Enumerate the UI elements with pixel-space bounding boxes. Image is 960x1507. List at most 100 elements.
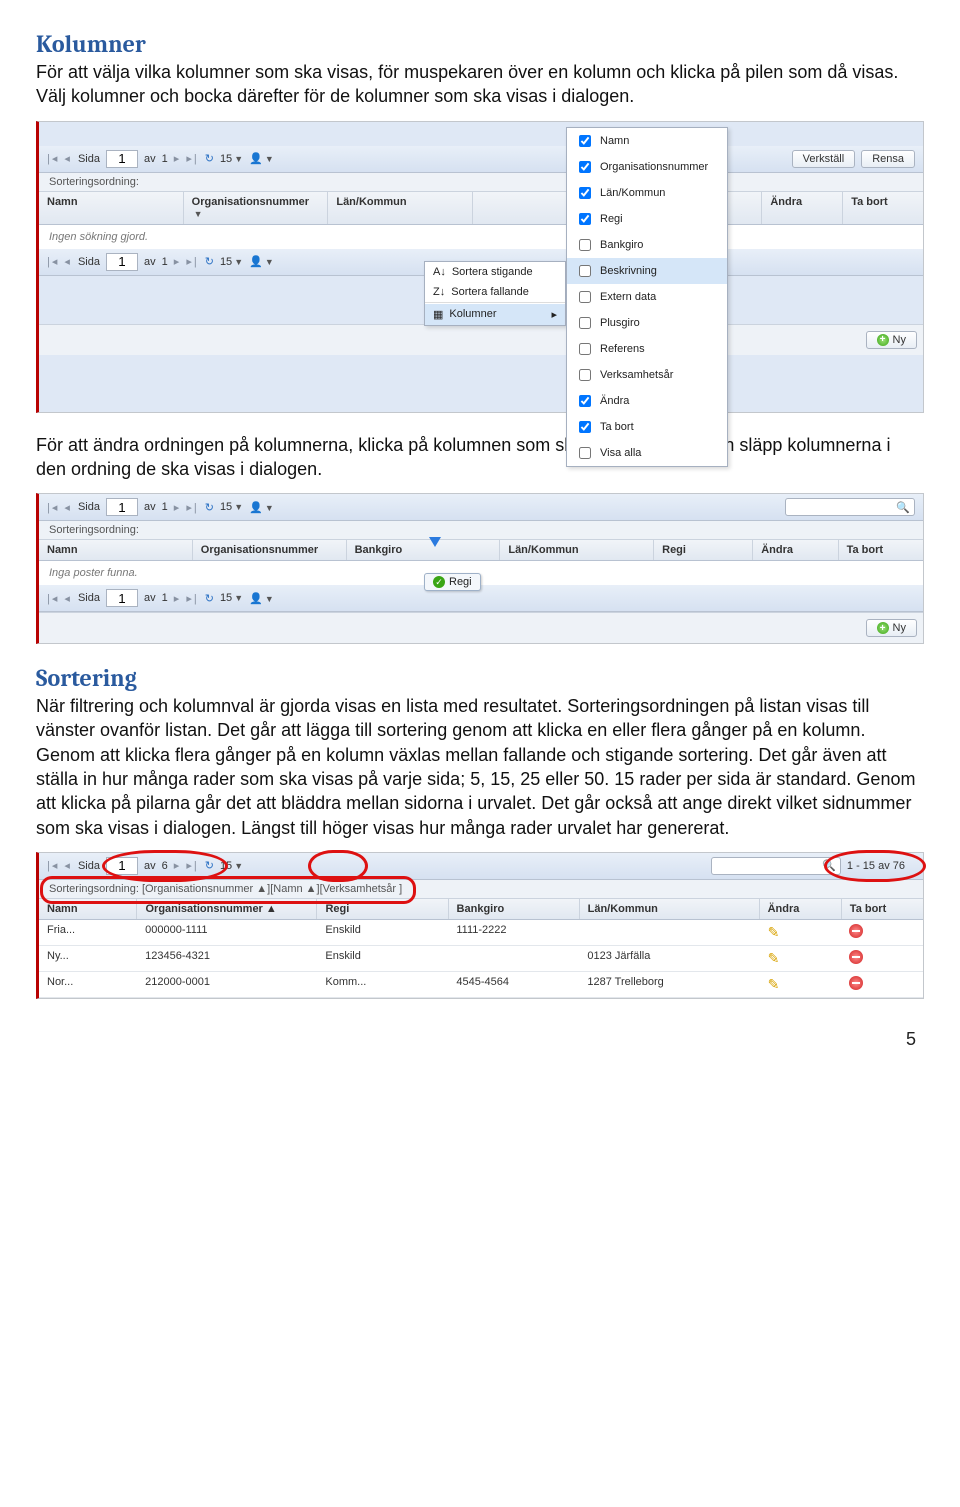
ny-button[interactable]: +Ny [866,331,917,349]
page-size-select[interactable]: 15▼ [220,860,243,872]
column-option[interactable]: Regi [567,206,727,232]
col-namn[interactable]: Namn [39,899,137,919]
column-option-checkbox[interactable] [579,161,591,173]
pager-next-icon[interactable]: ▸ ▸| [174,255,199,268]
col-org[interactable]: Organisationsnummer ▼ [184,192,329,224]
col-menu-chevron-icon[interactable]: ▼ [194,209,203,219]
page-number-input[interactable] [106,498,138,516]
col-andra[interactable]: Ändra [762,192,843,224]
column-option-checkbox[interactable] [579,343,591,355]
page-size-select[interactable]: 15▼ [220,592,243,604]
col-bankgiro[interactable]: Bankgiro [347,540,501,560]
pager-first-icon[interactable]: |◂ ◂ [47,152,72,165]
user-filter-icon[interactable]: 👤▼ [249,592,274,605]
col-lan[interactable]: Län/Kommun [328,192,473,224]
column-option-checkbox[interactable] [579,265,591,277]
user-filter-icon[interactable]: 👤▼ [249,255,274,268]
column-option[interactable]: Ändra [567,388,727,414]
column-option-checkbox[interactable] [579,421,591,433]
refresh-icon[interactable]: ↻ [205,592,214,605]
page-number-input[interactable] [106,150,138,168]
pager-first-icon[interactable]: |◂ ◂ [47,859,72,872]
column-option[interactable]: Referens [567,336,727,362]
column-option-checkbox[interactable] [579,187,591,199]
pager-label-av: av [144,592,156,604]
col-lan[interactable]: Län/Kommun [580,899,760,919]
col-andra[interactable]: Ändra [760,899,842,919]
page-size-select[interactable]: 15▼ [220,153,243,165]
page-number-input[interactable] [106,253,138,271]
page-number-input[interactable] [106,857,138,875]
delete-icon[interactable] [849,950,863,964]
column-option[interactable]: Ta bort [567,414,727,440]
col-regi[interactable]: Regi [317,899,448,919]
column-option[interactable]: Län/Kommun [567,180,727,206]
column-option-checkbox[interactable] [579,317,591,329]
verkstall-button[interactable]: Verkställ [792,150,856,168]
edit-icon[interactable]: ✎ [768,976,780,992]
column-option[interactable]: Extern data [567,284,727,310]
column-option[interactable]: Verksamhetsår [567,362,727,388]
col-tabort[interactable]: Ta bort [842,899,923,919]
refresh-icon[interactable]: ↻ [205,501,214,514]
refresh-icon[interactable]: ↻ [205,255,214,268]
edit-icon[interactable]: ✎ [768,950,780,966]
ny-button[interactable]: +Ny [866,619,917,637]
column-option-label: Organisationsnummer [600,161,708,173]
column-context-menu[interactable]: A↓Sortera stigande Z↓Sortera fallande ▦K… [424,261,566,326]
pager-first-icon[interactable]: |◂ ◂ [47,255,72,268]
column-option[interactable]: Beskrivning [567,258,727,284]
column-option[interactable]: Visa alla [567,440,727,466]
delete-icon[interactable] [849,976,863,990]
column-picker-menu[interactable]: Namn Organisationsnummer Län/KommunRegiBan… [566,127,728,467]
pager-next-icon[interactable]: ▸ ▸| [174,859,199,872]
edit-icon[interactable]: ✎ [768,924,780,940]
user-filter-icon[interactable]: 👤▼ [249,152,274,165]
pager-total: 6 [162,860,168,872]
column-option-checkbox[interactable] [579,213,591,225]
delete-icon[interactable] [849,924,863,938]
column-option[interactable]: Namn [567,128,727,154]
column-option-checkbox[interactable] [579,135,591,147]
page-size-select[interactable]: 15▼ [220,256,243,268]
column-option-checkbox[interactable] [579,291,591,303]
pager-first-icon[interactable]: |◂ ◂ [47,592,72,605]
menu-kolumner[interactable]: ▦Kolumner▸ [425,304,565,325]
search-input[interactable]: 🔍 [785,498,915,516]
refresh-icon[interactable]: ↻ [205,859,214,872]
col-lan[interactable]: Län/Kommun [500,540,654,560]
pager-next-icon[interactable]: ▸ ▸| [174,501,199,514]
col-tabort[interactable]: Ta bort [839,540,923,560]
search-input[interactable]: 🔍 [711,857,841,875]
column-option-checkbox[interactable] [579,239,591,251]
col-org[interactable]: Organisationsnummer [193,540,347,560]
pager-first-icon[interactable]: |◂ ◂ [47,501,72,514]
menu-sort-desc[interactable]: Z↓Sortera fallande [425,282,565,302]
col-namn[interactable]: Namn [39,192,184,224]
col-namn[interactable]: Namn [39,540,193,560]
column-drag-proxy[interactable]: ✓ Regi [424,573,481,591]
col-org[interactable]: Organisationsnummer ▲ [137,899,317,919]
pager-next-icon[interactable]: ▸ ▸| [174,152,199,165]
user-filter-icon[interactable]: 👤▼ [249,501,274,514]
page-size-select[interactable]: 15▼ [220,501,243,513]
pager-label-sida: Sida [78,860,100,872]
column-option[interactable]: Organisationsnummer [567,154,727,180]
cell: Nor... [39,972,137,997]
col-bankgiro[interactable]: Bankgiro [449,899,580,919]
pager-next-icon[interactable]: ▸ ▸| [174,592,199,605]
column-option[interactable]: Bankgiro [567,232,727,258]
col-regi[interactable]: Regi [654,540,753,560]
pager-label-sida: Sida [78,501,100,513]
column-option-checkbox[interactable] [579,447,591,459]
refresh-icon[interactable]: ↻ [205,152,214,165]
search-icon: 🔍 [896,501,910,514]
rensa-button[interactable]: Rensa [861,150,915,168]
menu-sort-asc[interactable]: A↓Sortera stigande [425,262,565,282]
page-number-input[interactable] [106,589,138,607]
column-option[interactable]: Plusgiro [567,310,727,336]
col-andra[interactable]: Ändra [753,540,838,560]
column-option-checkbox[interactable] [579,369,591,381]
col-tabort[interactable]: Ta bort [843,192,923,224]
column-option-checkbox[interactable] [579,395,591,407]
